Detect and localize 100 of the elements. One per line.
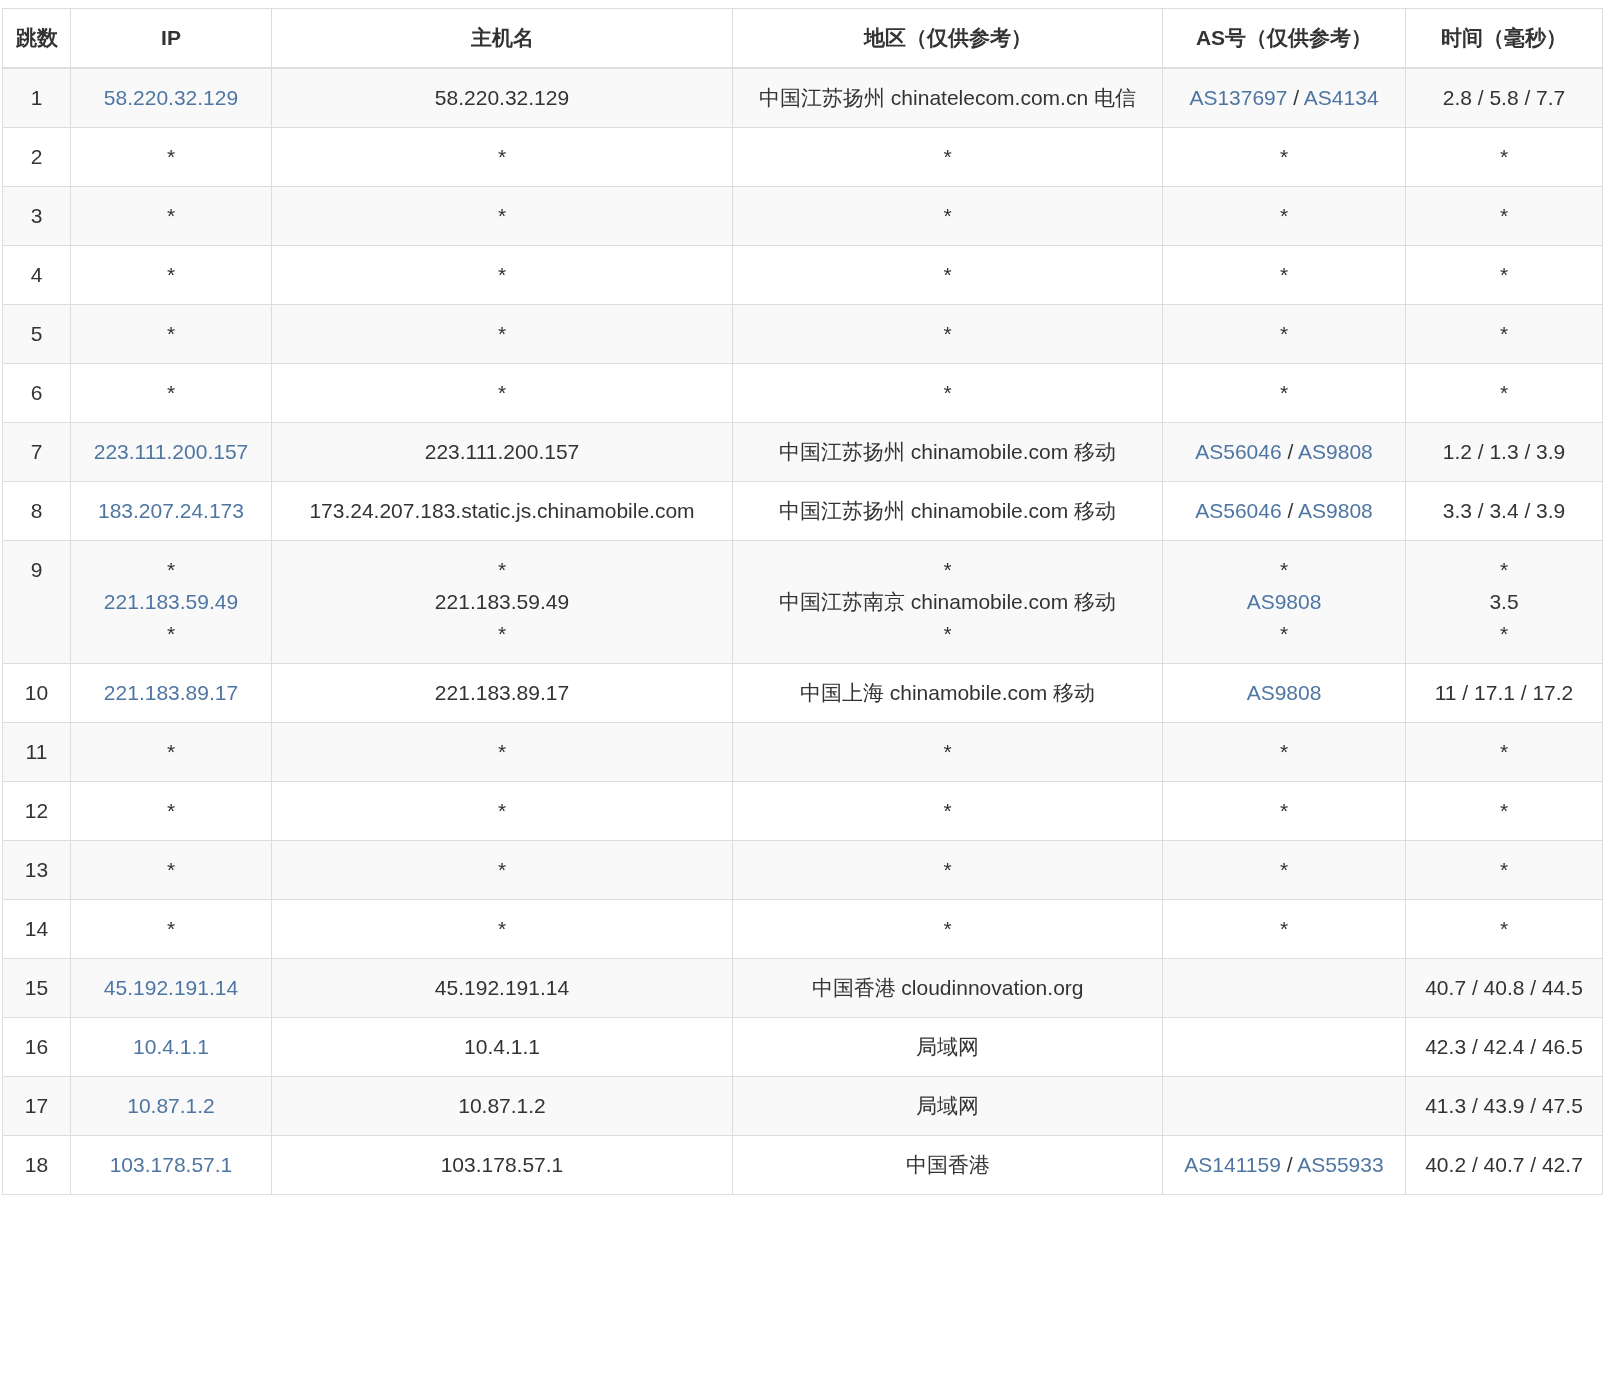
column-header: 地区（仅供参考） — [863, 26, 1032, 49]
cell-text: * — [166, 558, 176, 581]
cell-text: * — [942, 857, 953, 883]
cell-text: * — [1498, 621, 1510, 647]
cell-text: * — [496, 557, 508, 583]
cell-text: 221.183.59.49 — [433, 589, 571, 615]
hop-number: 7 — [29, 439, 44, 465]
hop-number: 6 — [29, 380, 44, 406]
column-header: 跳数 — [15, 26, 58, 49]
cell-text: 41.3 / 43.9 / 47.5 — [1424, 1093, 1584, 1119]
cell-text: 221.183.89.17 — [433, 680, 571, 706]
cell-text: / — [1287, 440, 1294, 463]
cell-text: * — [1498, 916, 1510, 942]
cell-text: * — [942, 557, 953, 583]
cell-text: * — [496, 798, 508, 824]
cell-text: * — [166, 740, 176, 763]
cell-text: * — [496, 262, 508, 288]
cell-text: * — [1498, 380, 1510, 406]
cell-text: 2.8 / 5.8 / 7.7 — [1441, 85, 1567, 111]
cell-text: 58.220.32.129 — [433, 85, 571, 111]
cell-text: * — [1498, 557, 1510, 583]
hop-number: 5 — [29, 321, 44, 347]
cell-text: * — [496, 380, 508, 406]
cell-text: 10.87.1.2 — [457, 1093, 547, 1119]
cell-text: * — [1279, 622, 1289, 645]
link[interactable]: AS9808 — [1298, 499, 1373, 522]
link[interactable]: AS141159 — [1184, 1153, 1281, 1176]
cell-text: * — [166, 145, 176, 168]
link[interactable]: 10.87.1.2 — [127, 1094, 215, 1117]
link[interactable]: AS9808 — [1246, 590, 1322, 613]
cell-text: 中国江苏扬州 chinamobile.com 移动 — [777, 439, 1118, 465]
hop-number: 15 — [23, 975, 50, 1001]
cell-text: * — [942, 380, 953, 406]
cell-text: * — [1279, 740, 1289, 763]
cell-text: * — [1279, 558, 1289, 581]
hop-number: 14 — [23, 916, 50, 942]
cell-text: / — [1287, 499, 1294, 522]
cell-text: / — [1293, 86, 1300, 109]
cell-text: 中国香港 cloudinnovation.org — [810, 975, 1085, 1001]
link[interactable]: AS137697 — [1189, 86, 1288, 109]
cell-text: 1.2 / 1.3 / 3.9 — [1441, 439, 1567, 465]
link[interactable]: AS55933 — [1297, 1153, 1384, 1176]
cell-text: * — [942, 621, 953, 647]
cell-text: * — [1279, 799, 1289, 822]
cell-text: * — [1498, 798, 1510, 824]
cell-text: * — [1279, 381, 1289, 404]
link[interactable]: 221.183.59.49 — [103, 590, 239, 613]
column-header: 主机名 — [470, 26, 534, 49]
cell-text: * — [1498, 203, 1510, 229]
cell-text: * — [166, 917, 176, 940]
cell-text: * — [942, 203, 953, 229]
cell-text: * — [166, 322, 176, 345]
hop-number: 9 — [29, 557, 44, 583]
cell-text: * — [1498, 857, 1510, 883]
link[interactable]: AS56046 — [1195, 499, 1282, 522]
link[interactable]: AS9808 — [1298, 440, 1373, 463]
cell-text: * — [166, 204, 176, 227]
cell-text: * — [1498, 739, 1510, 765]
link[interactable]: AS4134 — [1303, 86, 1379, 109]
cell-text: * — [1498, 321, 1510, 347]
cell-text: 3.5 — [1488, 589, 1520, 615]
cell-text: 中国香港 — [904, 1152, 991, 1178]
cell-text: 局域网 — [915, 1093, 980, 1119]
cell-text: * — [1279, 204, 1289, 227]
cell-text: * — [496, 321, 508, 347]
cell-text: * — [942, 916, 953, 942]
cell-text: * — [942, 739, 953, 765]
cell-text: * — [942, 262, 953, 288]
cell-text: * — [496, 621, 508, 647]
cell-text: * — [166, 858, 176, 881]
cell-text: 11 / 17.1 / 17.2 — [1433, 680, 1575, 706]
cell-text: * — [166, 381, 176, 404]
cell-text: 173.24.207.183.static.js.chinamobile.com — [308, 498, 696, 524]
hop-number: 12 — [23, 798, 50, 824]
cell-text: * — [496, 739, 508, 765]
hop-number: 3 — [29, 203, 44, 229]
cell-text: * — [166, 622, 176, 645]
cell-text: * — [1279, 322, 1289, 345]
hop-number: 8 — [29, 498, 44, 524]
column-header: 时间（毫秒） — [1441, 26, 1567, 49]
column-header: AS号（仅供参考） — [1195, 26, 1373, 49]
cell-text: * — [496, 144, 508, 170]
cell-text: 42.3 / 42.4 / 46.5 — [1424, 1034, 1584, 1060]
cell-text: 中国江苏扬州 chinamobile.com 移动 — [777, 498, 1118, 524]
link[interactable]: AS9808 — [1246, 681, 1322, 704]
column-header: IP — [161, 26, 181, 49]
link[interactable]: AS56046 — [1195, 440, 1282, 463]
hop-number: 4 — [29, 262, 44, 288]
cell-text: * — [166, 799, 176, 822]
hop-number: 17 — [23, 1093, 50, 1119]
hop-number: 1 — [29, 85, 44, 111]
cell-text: * — [166, 263, 176, 286]
hop-number: 11 — [24, 739, 49, 765]
cell-text: 45.192.191.14 — [433, 975, 571, 1001]
hop-number: 18 — [23, 1152, 50, 1178]
cell-text: * — [942, 321, 953, 347]
hop-number: 16 — [23, 1034, 50, 1060]
link[interactable]: 10.4.1.1 — [133, 1035, 209, 1058]
hop-number: 10 — [23, 680, 50, 706]
cell-text: * — [1498, 262, 1510, 288]
